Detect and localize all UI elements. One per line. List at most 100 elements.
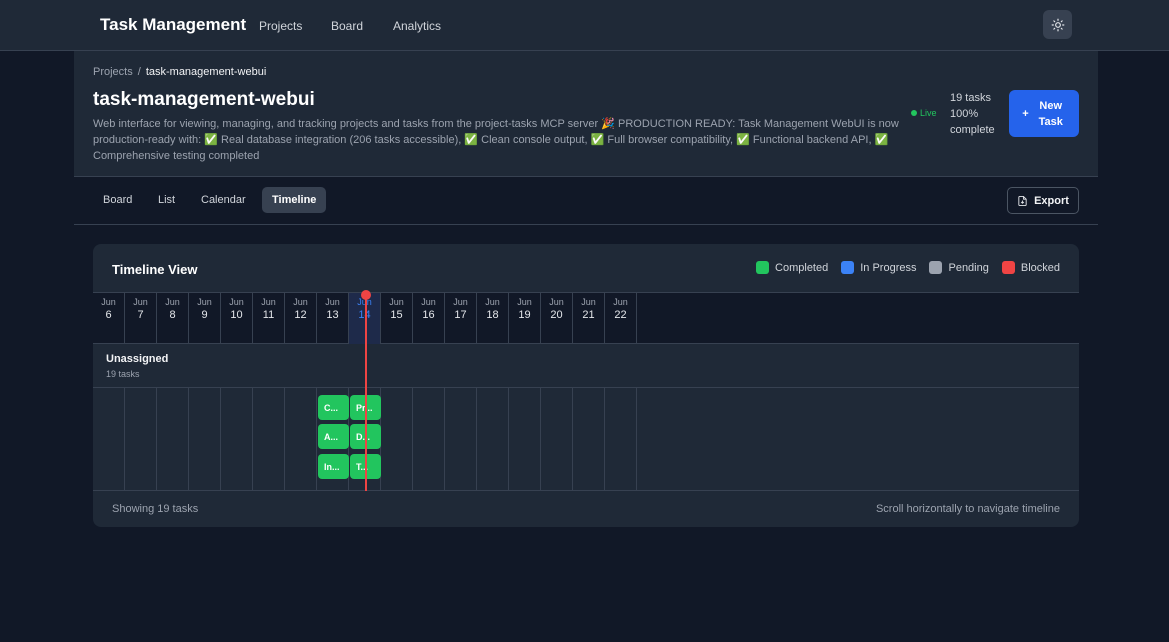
top-navbar: Task Management Projects Board Analytics	[0, 0, 1169, 51]
nav-analytics[interactable]: Analytics	[393, 19, 441, 33]
date-day: 11	[262, 309, 275, 321]
timeline-panel: Timeline View Completed In Progress Pend…	[93, 244, 1079, 527]
timeline-grid-column	[605, 388, 637, 490]
date-column: Jun 8	[157, 293, 189, 344]
timeline-grid-column	[381, 388, 413, 490]
project-description: Web interface for viewing, managing, and…	[93, 118, 899, 162]
completion-label: complete	[950, 124, 995, 136]
legend-blocked-label: Blocked	[1020, 261, 1060, 274]
date-day: 19	[518, 309, 531, 321]
tab-board[interactable]: Board	[93, 187, 142, 213]
timeline-task-bar[interactable]: In...	[318, 454, 349, 479]
date-day: 6	[105, 309, 112, 321]
timeline-grid-column	[253, 388, 285, 490]
live-status-label: Live	[920, 108, 937, 118]
date-day: 10	[230, 309, 243, 321]
blocked-swatch-icon	[1001, 261, 1015, 274]
date-column: Jun 19	[509, 293, 541, 344]
nav-board[interactable]: Board	[331, 19, 363, 33]
timeline-scroll-hint: Scroll horizontally to navigate timeline	[875, 503, 1060, 515]
date-day: 12	[294, 309, 307, 321]
pending-swatch-icon	[929, 261, 943, 274]
date-month: Jun	[293, 297, 308, 307]
date-month: Jun	[549, 297, 564, 307]
timeline-legend: Completed In Progress Pending Blocked	[756, 261, 1060, 274]
tab-timeline[interactable]: Timeline	[262, 187, 327, 213]
breadcrumb-current: task-management-webui	[145, 66, 267, 78]
timeline-grid-column	[157, 388, 189, 490]
date-month: Jun	[229, 297, 244, 307]
today-marker-dot	[361, 290, 371, 300]
date-day: 9	[201, 309, 208, 321]
timeline-grid-column	[93, 388, 125, 490]
date-day: 13	[326, 309, 339, 321]
theme-toggle-button[interactable]	[1043, 10, 1072, 39]
live-dot-icon	[911, 110, 917, 116]
date-day: 7	[137, 309, 144, 321]
plus-icon: +	[1022, 107, 1029, 120]
date-column: Jun 10	[221, 293, 253, 344]
date-day: 15	[390, 309, 403, 321]
tab-list[interactable]: List	[148, 187, 185, 213]
timeline-task-bar[interactable]: C...	[318, 395, 349, 420]
date-column: Jun 18	[477, 293, 509, 344]
legend-pending-label: Pending	[948, 261, 989, 274]
group-name: Unassigned	[106, 353, 169, 365]
today-marker-line	[365, 296, 367, 491]
date-month: Jun	[197, 297, 212, 307]
date-column: Jun 21	[573, 293, 605, 344]
date-month: Jun	[389, 297, 404, 307]
legend-pending: Pending	[929, 261, 989, 274]
date-month: Jun	[613, 297, 628, 307]
new-task-button[interactable]: + New Task	[1009, 90, 1079, 137]
date-column: Jun 20	[541, 293, 573, 344]
date-day: 16	[422, 309, 435, 321]
breadcrumb-projects[interactable]: Projects	[93, 66, 133, 78]
group-task-count: 19 tasks	[106, 369, 140, 379]
timeline-group-unassigned[interactable]: Unassigned 19 tasks	[93, 344, 1079, 388]
timeline-grid-column	[221, 388, 253, 490]
file-export-icon	[1018, 195, 1027, 206]
date-column: Jun 11	[253, 293, 285, 344]
date-month: Jun	[453, 297, 468, 307]
date-day: 22	[614, 309, 627, 321]
date-column: Jun 7	[125, 293, 157, 344]
tab-calendar[interactable]: Calendar	[191, 187, 256, 213]
date-month: Jun	[133, 297, 148, 307]
date-column: Jun 6	[93, 293, 125, 344]
timeline-task-summary: Showing 19 tasks	[112, 503, 199, 515]
date-month: Jun	[421, 297, 436, 307]
legend-in-progress: In Progress	[841, 261, 916, 274]
date-day: 18	[486, 309, 499, 321]
timeline-grid-column	[413, 388, 445, 490]
date-column: Jun 9	[189, 293, 221, 344]
app-brand[interactable]: Task Management	[100, 15, 246, 35]
breadcrumb-separator: /	[137, 66, 141, 78]
project-header: Projects / task-management-webui task-mana…	[74, 51, 1098, 177]
in-progress-swatch-icon	[841, 261, 855, 274]
export-label: Export	[1034, 194, 1069, 207]
timeline-grid-column	[189, 388, 221, 490]
date-month: Jun	[101, 297, 116, 307]
task-count: 19 tasks	[950, 92, 991, 104]
legend-completed: Completed	[756, 261, 828, 274]
date-column: Jun 12	[285, 293, 317, 344]
new-task-label-line1: New	[1039, 99, 1063, 112]
new-task-label-line2: Task	[1038, 115, 1063, 128]
sun-icon	[1051, 18, 1064, 31]
timeline-title: Timeline View	[112, 262, 198, 277]
timeline-grid-column	[125, 388, 157, 490]
page-title: task-management-webui	[93, 89, 315, 110]
completion-percent: 100%	[950, 108, 979, 120]
date-month: Jun	[261, 297, 276, 307]
export-button[interactable]: Export	[1007, 187, 1079, 214]
nav-projects[interactable]: Projects	[259, 19, 302, 33]
legend-in-progress-label: In Progress	[860, 261, 917, 274]
timeline-date-header: Jun 6 Jun 7 Jun 8 Jun 9 Jun 10 Jun 11 Jun 12 Jun 13 Jun 1…	[93, 292, 1079, 344]
live-status-badge: Live	[911, 108, 937, 118]
timeline-grid-column	[285, 388, 317, 490]
date-column: Jun 22	[605, 293, 637, 344]
timeline-task-bar[interactable]: A...	[318, 424, 349, 449]
timeline-grid-column	[541, 388, 573, 490]
timeline-grid-column	[445, 388, 477, 490]
